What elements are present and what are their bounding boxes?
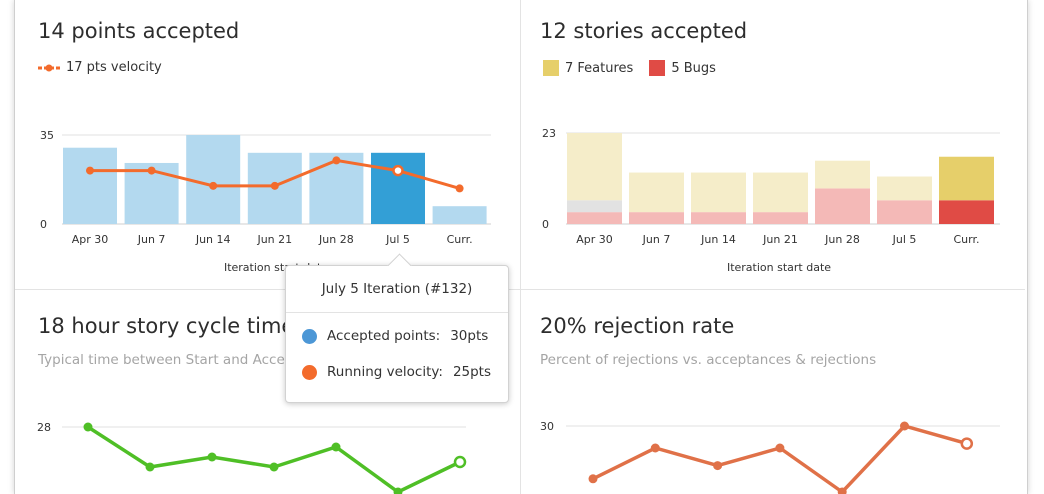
rejection-chart: 30 xyxy=(540,420,1000,494)
tooltip-title: July 5 Iteration (#132) xyxy=(286,266,508,313)
stories-y-tick-label: 23 xyxy=(542,127,556,140)
stories-bar-segment xyxy=(629,172,684,213)
velocity-point xyxy=(147,166,156,175)
cycle-y-tick-label: 28 xyxy=(37,421,51,434)
stories-bar-segment xyxy=(877,200,932,224)
stories-x-tick-label: Jun 21 xyxy=(762,233,798,246)
stories-bar-segment xyxy=(939,156,994,201)
points-x-tick-label: Jun 14 xyxy=(195,233,231,246)
points-x-tick-label: Jun 21 xyxy=(256,233,292,246)
points-y-tick-label: 35 xyxy=(40,129,54,142)
points-bar xyxy=(432,206,487,224)
cycle-point xyxy=(453,455,467,469)
rejection-point xyxy=(775,443,785,453)
cycle-point xyxy=(207,452,217,462)
points-x-tick-label: Apr 30 xyxy=(72,233,109,246)
stories-x-tick-label: Curr. xyxy=(954,233,980,246)
stories-x-tick-label: Jun 14 xyxy=(700,233,736,246)
stories-bar-segment xyxy=(567,212,622,224)
stories-chart: 0 23 Apr 30 Jun 7 Jun 14 Jun 21 Jun 28 Jul 5 Cur… xyxy=(542,127,1000,274)
points-x-tick-label: Curr. xyxy=(447,233,473,246)
stories-x-tick-label: Apr 30 xyxy=(576,233,613,246)
iteration-tooltip: July 5 Iteration (#132) Accepted points:… xyxy=(285,253,509,403)
velocity-point xyxy=(209,181,218,190)
velocity-dot-icon xyxy=(302,364,317,380)
points-bar xyxy=(371,152,425,224)
stories-bar-segment xyxy=(691,212,746,224)
velocity-point xyxy=(86,166,94,175)
points-x-tick-label: Jun 7 xyxy=(137,233,166,246)
tooltip-accepted-label: Accepted points: xyxy=(327,328,441,344)
rejection-point xyxy=(650,443,660,453)
rejection-point xyxy=(713,461,723,471)
cycle-point xyxy=(331,442,341,452)
points-chart: 0 35 Apr 30 Jun 7 Jun 14 Jun 21 Jun 28 Jul 5 Cur… xyxy=(40,129,491,274)
stories-bar-segment xyxy=(691,172,746,213)
velocity-point xyxy=(392,164,404,177)
velocity-point xyxy=(270,181,279,190)
points-x-tick-label: Jun 28 xyxy=(318,233,354,246)
stories-bar-segment xyxy=(753,212,808,224)
stories-x-tick-label: Jun 7 xyxy=(642,233,671,246)
rejection-point xyxy=(588,474,598,484)
rejection-point xyxy=(960,437,974,450)
cycle-point xyxy=(145,462,155,472)
charts-canvas: 0 35 Apr 30 Jun 7 Jun 14 Jun 21 Jun 28 Jul 5 Cur… xyxy=(37,127,1000,494)
cycle-point xyxy=(83,422,93,432)
points-bar xyxy=(63,147,117,224)
accepted-dot-icon xyxy=(302,328,317,344)
stories-bar-segment xyxy=(815,188,870,224)
stories-y-tick-label: 0 xyxy=(542,218,549,231)
tooltip-accepted-value: 30pts xyxy=(450,328,489,344)
stories-x-tick-label: Jun 28 xyxy=(824,233,860,246)
points-y-tick-label: 0 xyxy=(40,218,47,231)
stories-bar-segment xyxy=(815,160,870,189)
rejection-y-tick-label: 30 xyxy=(540,420,554,433)
stories-bar-segment xyxy=(877,176,932,201)
tooltip-accepted-row: Accepted points: 30pts xyxy=(302,328,488,344)
cycle-point xyxy=(269,462,279,472)
cycle-line xyxy=(87,425,461,494)
velocity-point xyxy=(332,156,341,165)
stories-x-axis-label: Iteration start date xyxy=(727,261,831,274)
stories-bar-segment xyxy=(629,212,684,224)
tooltip-velocity-row: Running velocity: 25pts xyxy=(302,364,491,380)
cycle-chart: 28 xyxy=(37,421,467,494)
tooltip-velocity-value: 25pts xyxy=(452,364,492,380)
stories-bar-segment xyxy=(567,133,622,201)
stories-bar-segment xyxy=(939,200,994,224)
stories-x-tick-label: Jul 5 xyxy=(892,233,917,246)
velocity-point xyxy=(455,184,464,193)
rejection-point xyxy=(900,421,909,431)
points-bar xyxy=(186,135,241,224)
tooltip-velocity-label: Running velocity: xyxy=(327,364,443,380)
stories-bar-segment xyxy=(753,172,808,213)
stories-bar-segment xyxy=(567,200,622,213)
points-x-tick-label: Jul 5 xyxy=(385,233,410,246)
rejection-line xyxy=(592,424,968,494)
